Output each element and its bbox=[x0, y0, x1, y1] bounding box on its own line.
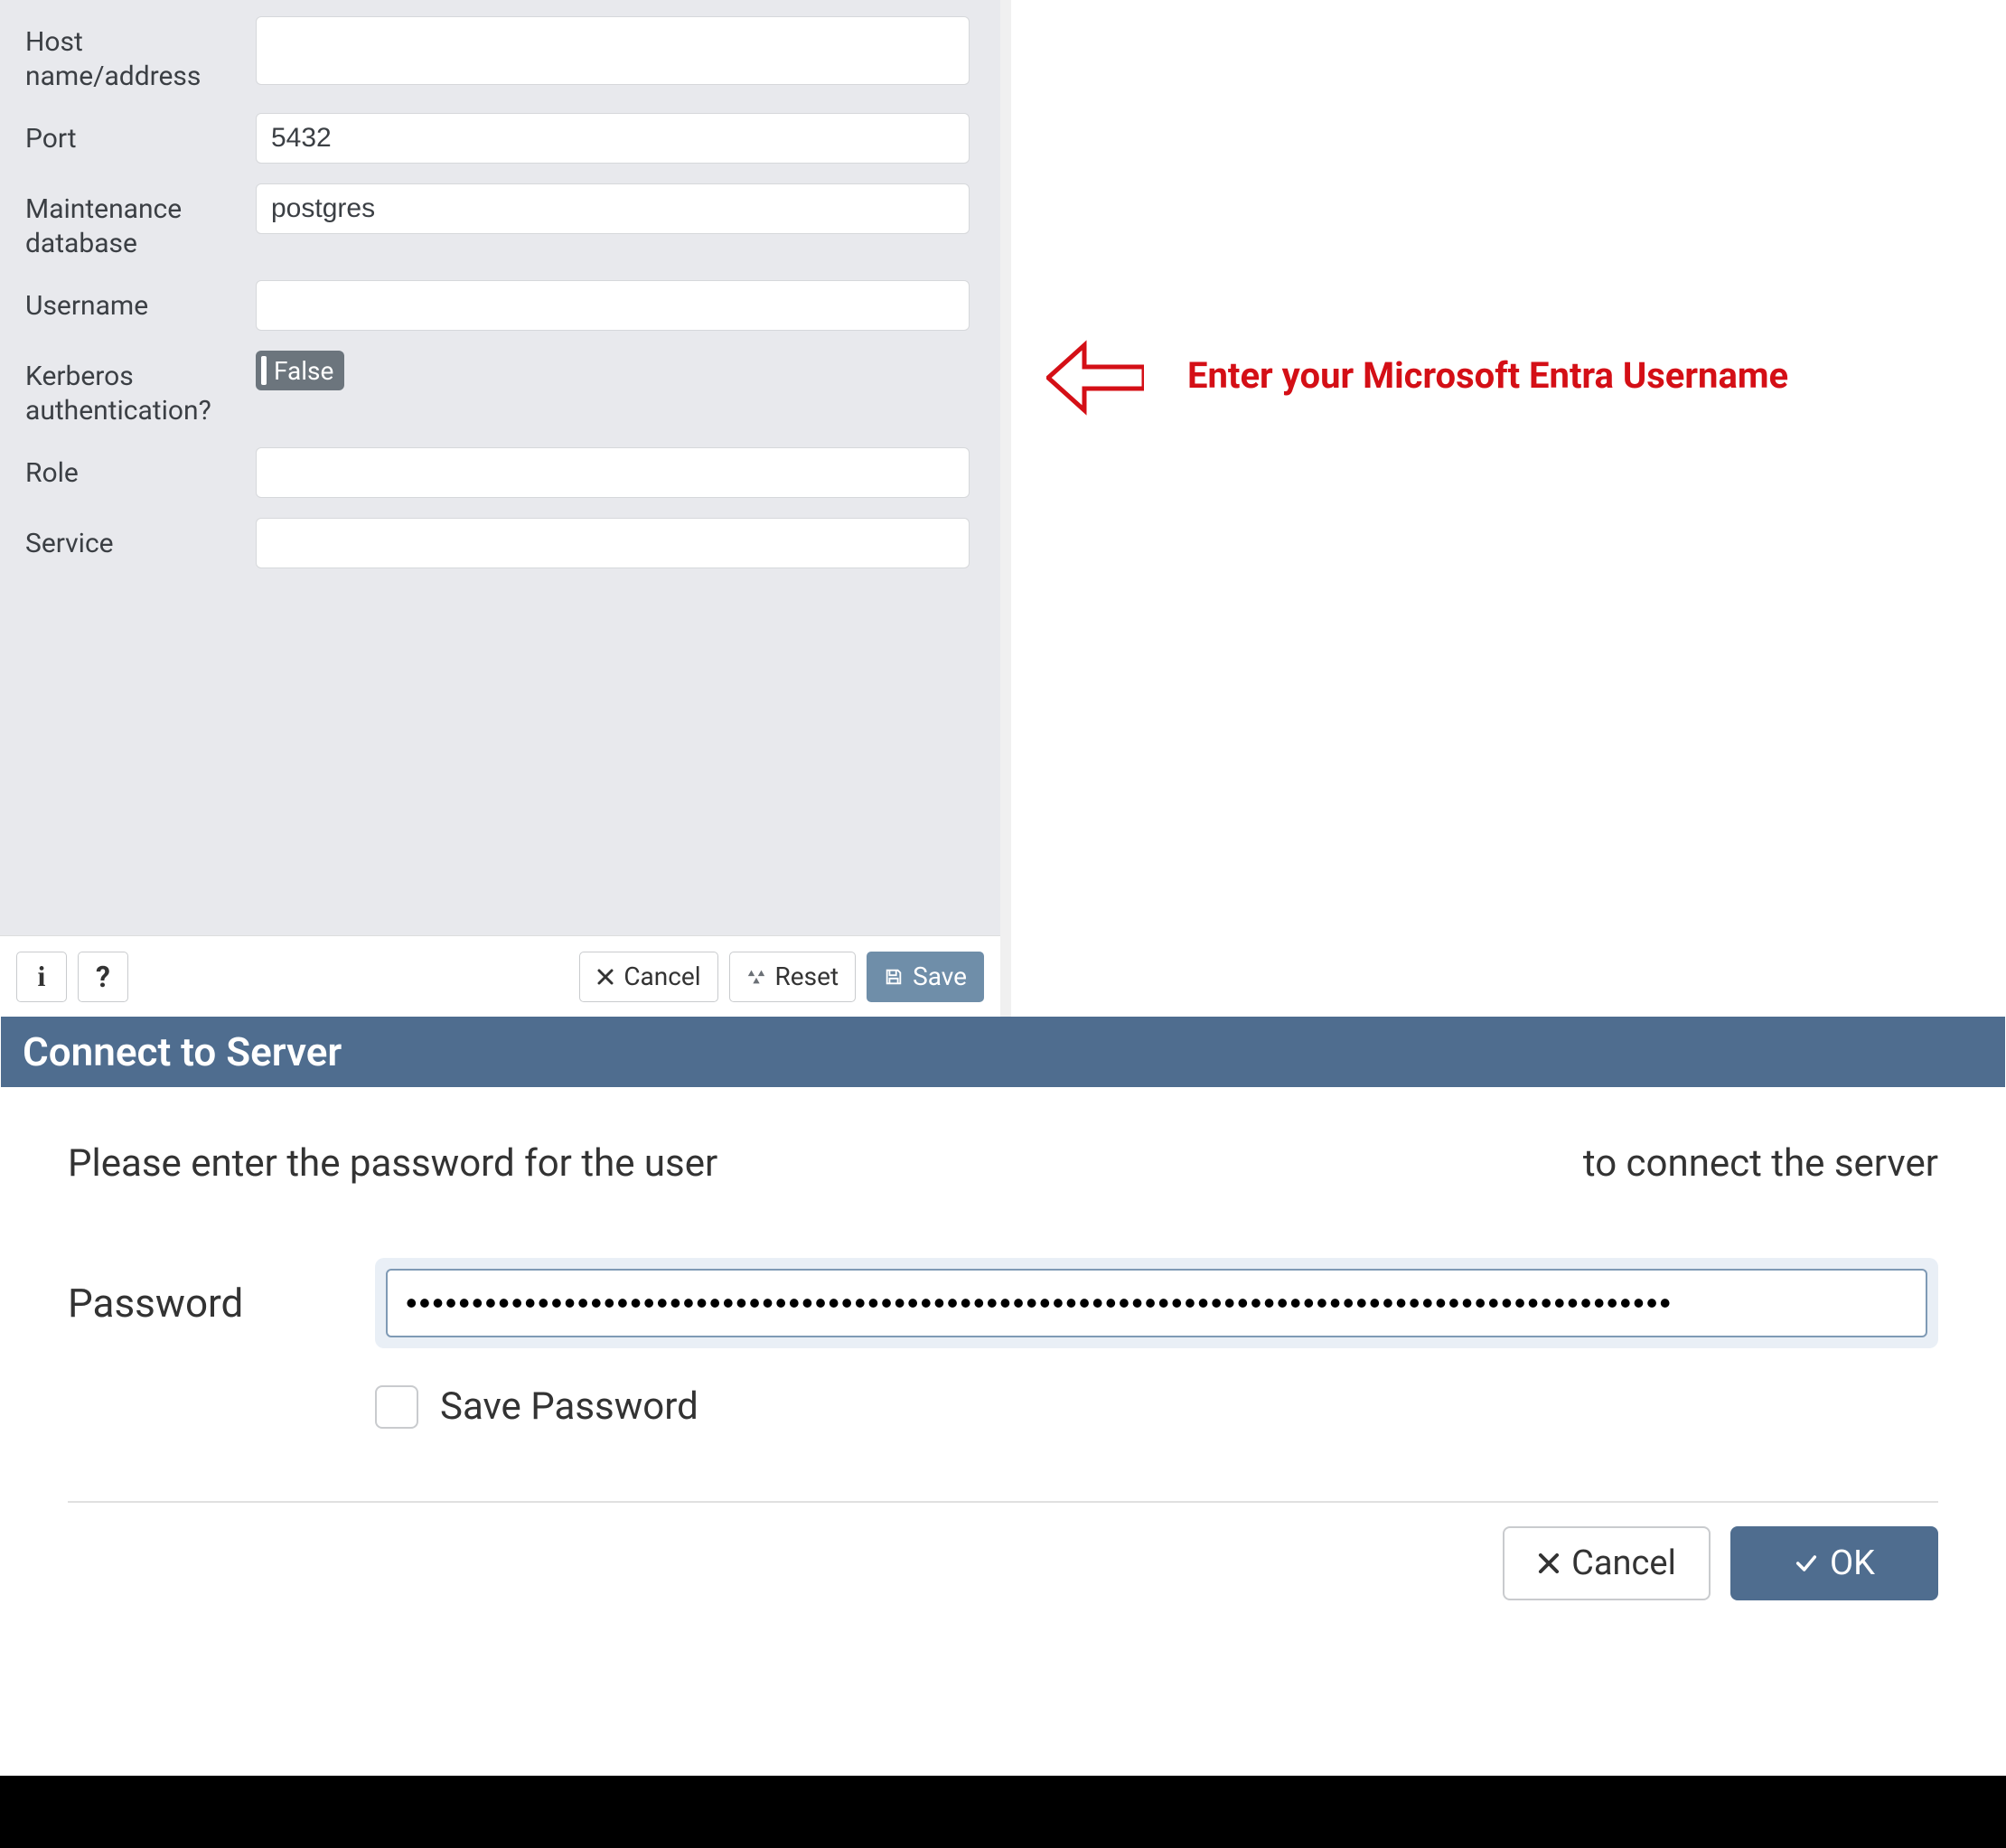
username-label: Username bbox=[25, 280, 256, 324]
form-action-bar: i ? Cancel Reset Save bbox=[0, 935, 1000, 1017]
dialog-title: Connect to Server bbox=[23, 1028, 342, 1075]
close-icon bbox=[1537, 1552, 1561, 1575]
maintenance-db-input[interactable] bbox=[256, 183, 970, 234]
role-label: Role bbox=[25, 447, 256, 491]
bottom-crop-strip bbox=[0, 1776, 2006, 1848]
check-icon bbox=[1794, 1551, 1819, 1576]
dialog-body: Please enter the password for the user t… bbox=[1, 1087, 2005, 1637]
connection-form-panel: Host name/address Port Maintenance datab… bbox=[0, 0, 1011, 1017]
annotation-text: Enter your Microsoft Entra Username bbox=[1187, 354, 1788, 397]
port-label: Port bbox=[25, 113, 256, 156]
dialog-title-bar: Connect to Server bbox=[1, 1017, 2005, 1087]
password-label: Password bbox=[68, 1280, 375, 1327]
save-icon bbox=[884, 967, 904, 987]
annotation-arrow-icon bbox=[1046, 340, 1144, 416]
close-icon bbox=[596, 968, 614, 986]
help-icon: ? bbox=[96, 960, 110, 994]
dialog-cancel-button[interactable]: Cancel bbox=[1503, 1526, 1711, 1600]
kerberos-toggle[interactable]: False bbox=[256, 351, 344, 390]
save-password-label: Save Password bbox=[440, 1384, 698, 1429]
kerberos-label: Kerberos authentication? bbox=[25, 351, 256, 427]
host-input[interactable] bbox=[256, 16, 970, 85]
dialog-prompt: Please enter the password for the user t… bbox=[68, 1141, 1938, 1186]
info-button[interactable]: i bbox=[16, 952, 67, 1002]
dialog-cancel-label: Cancel bbox=[1571, 1543, 1676, 1583]
reset-button[interactable]: Reset bbox=[729, 952, 857, 1002]
dialog-ok-label: OK bbox=[1830, 1543, 1875, 1583]
recycle-icon bbox=[746, 967, 766, 987]
service-label: Service bbox=[25, 518, 256, 561]
dialog-prompt-prefix: Please enter the password for the user bbox=[68, 1141, 717, 1186]
dialog-prompt-suffix: to connect the server bbox=[1583, 1141, 1938, 1186]
host-label: Host name/address bbox=[25, 16, 256, 93]
dialog-ok-button[interactable]: OK bbox=[1730, 1526, 1938, 1600]
help-button[interactable]: ? bbox=[78, 952, 128, 1002]
save-label: Save bbox=[913, 962, 967, 991]
username-input[interactable] bbox=[256, 280, 970, 331]
service-input[interactable] bbox=[256, 518, 970, 568]
cancel-label: Cancel bbox=[623, 962, 700, 991]
dialog-divider bbox=[68, 1501, 1938, 1503]
cancel-button[interactable]: Cancel bbox=[579, 952, 717, 1002]
maintenance-db-label: Maintenance database bbox=[25, 183, 256, 260]
role-input[interactable] bbox=[256, 447, 970, 498]
password-input[interactable] bbox=[386, 1269, 1927, 1337]
port-input[interactable] bbox=[256, 113, 970, 164]
save-button[interactable]: Save bbox=[867, 952, 984, 1002]
reset-label: Reset bbox=[775, 962, 839, 991]
save-password-checkbox[interactable] bbox=[375, 1385, 418, 1429]
kerberos-toggle-value: False bbox=[274, 356, 333, 386]
info-icon: i bbox=[38, 960, 46, 993]
